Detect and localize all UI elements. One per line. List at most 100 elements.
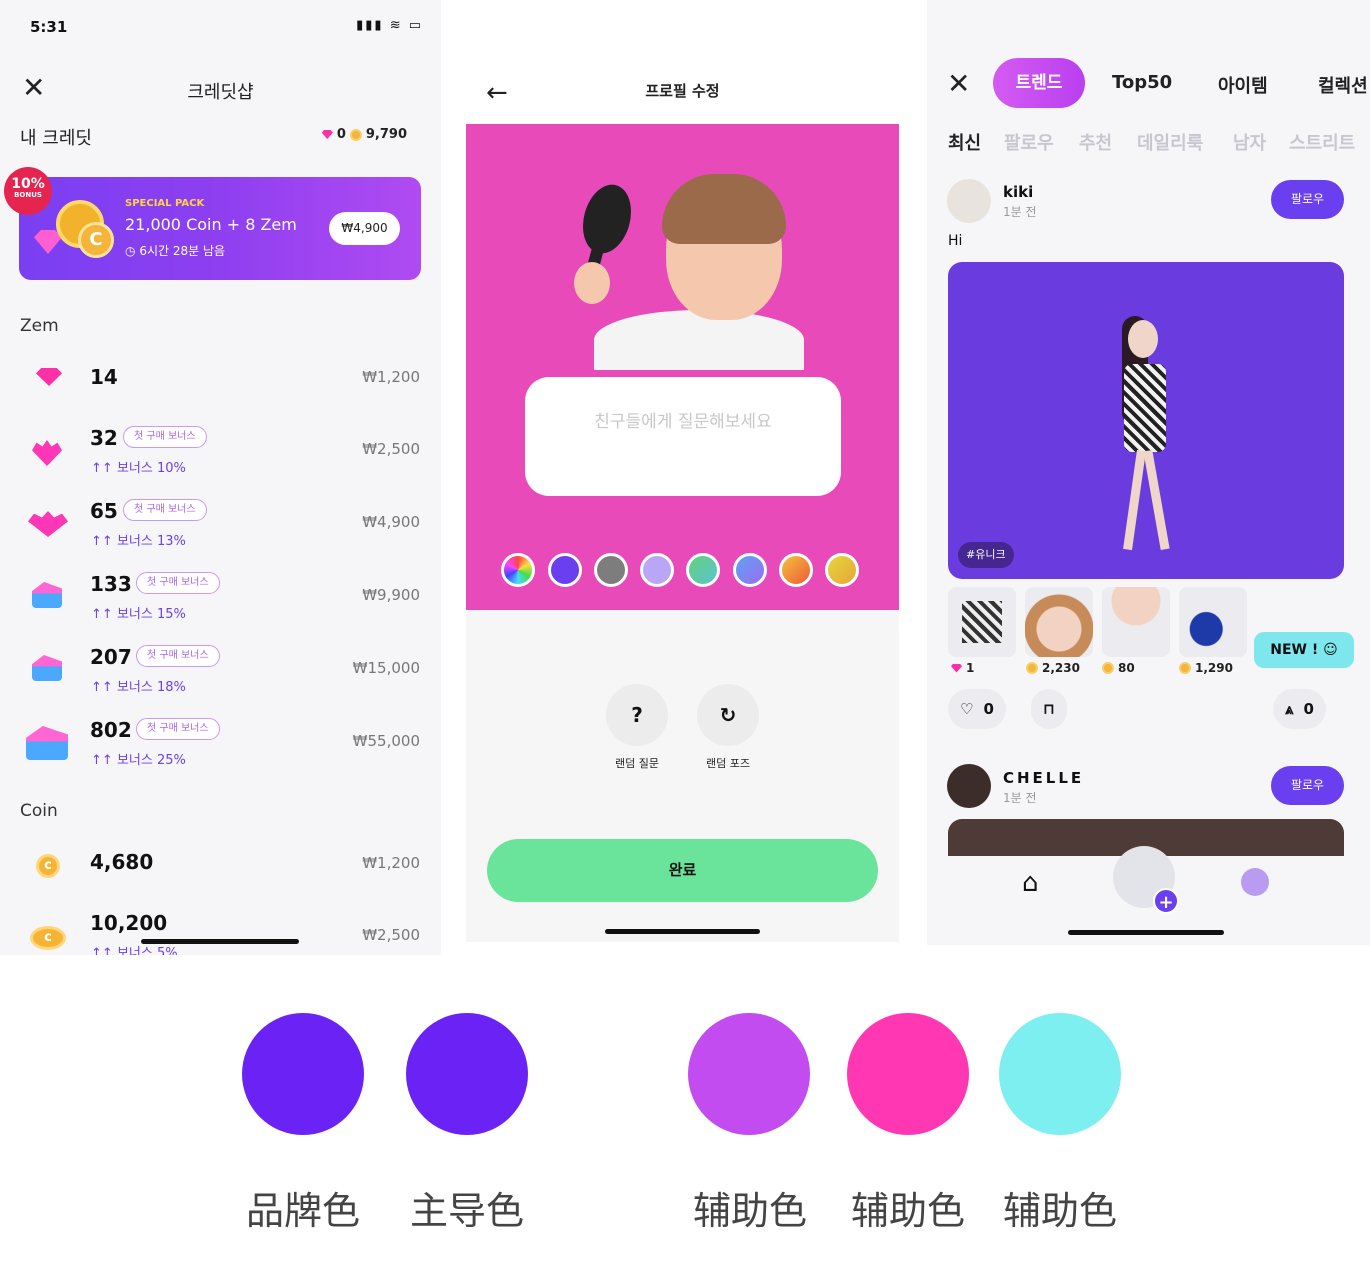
subtab-dailylook[interactable]: 데일리룩 <box>1137 129 1203 155</box>
color-swatch[interactable] <box>733 553 767 587</box>
home-indicator <box>1068 930 1224 935</box>
color-swatch-rainbow[interactable] <box>501 553 535 587</box>
first-purchase-bonus-badge: 첫 구매 보너스 <box>123 499 207 521</box>
tab-items[interactable]: 아이템 <box>1218 72 1268 98</box>
zem-product-row[interactable]: 14 ₩1,200 <box>0 348 441 408</box>
heart-icon: ♡ <box>960 700 974 718</box>
post-username[interactable]: CHELLE <box>1003 769 1084 787</box>
post-time: 1분 전 <box>1003 205 1037 219</box>
coin-icon: c <box>36 854 60 878</box>
zem-product-row[interactable]: 802 첫 구매 보너스 ↑↑ 보너스 25% ₩55,000 <box>0 712 441 772</box>
random-pose-label: 랜덤 포즈 <box>706 757 750 770</box>
palette-swatch-secondary <box>999 1013 1121 1135</box>
special-pack-title: 21,000 Coin + 8 Zem <box>125 215 297 234</box>
avatar[interactable] <box>947 179 991 223</box>
avatar-body <box>594 310 804 370</box>
color-swatch[interactable] <box>779 553 813 587</box>
post-tag[interactable]: #유니크 <box>958 542 1014 568</box>
credit-balance: 0 9,790 <box>321 127 407 142</box>
bonus-rate: ↑↑ 보너스 10% <box>91 461 186 476</box>
coin-product-row[interactable]: c 10,200 ↑↑ 보너스 5% ₩2,500 <box>0 906 441 955</box>
bonus-rate: ↑↑ 보너스 18% <box>91 680 186 695</box>
item-price: 1,290 <box>1179 661 1233 675</box>
bookmark-icon: ⊓ <box>1043 700 1055 718</box>
random-question-button[interactable]: ? <box>606 684 668 746</box>
first-purchase-bonus-badge: 첫 구매 보너스 <box>136 572 220 594</box>
zem-product-row[interactable]: 207 첫 구매 보너스 ↑↑ 보너스 18% ₩15,000 <box>0 639 441 699</box>
special-pack-label: SPECIAL PACK <box>125 198 205 209</box>
avatar-hair <box>662 174 786 244</box>
zem-product-row[interactable]: 65 첫 구매 보너스 ↑↑ 보너스 13% ₩4,900 <box>0 493 441 553</box>
color-swatch[interactable] <box>548 553 582 587</box>
hanger-icon: ⩓ <box>1285 700 1294 718</box>
special-pack-buy-button[interactable]: ₩4,900 <box>329 212 400 245</box>
avatar-hand <box>574 262 610 304</box>
zem-gem-icon <box>36 368 62 386</box>
item-thumbnail-dress[interactable] <box>948 587 1016 657</box>
post-username[interactable]: kiki <box>1003 183 1033 201</box>
coin-balance: 9,790 <box>365 127 407 142</box>
subtab-recommend[interactable]: 추천 <box>1079 129 1112 155</box>
random-pose-button[interactable]: ↻ <box>697 684 759 746</box>
post-text: Hi <box>948 233 963 249</box>
palette-label: 辅助色 <box>850 1189 965 1233</box>
item-thumbnail-necklace[interactable] <box>1102 587 1170 657</box>
credit-shop-screen: 5:31 ▮▮▮ ≋ ▭ ✕ 크레딧샵 내 크레딧 0 9,790 10% BO… <box>0 0 441 955</box>
zem-balance: 0 <box>336 127 346 142</box>
close-icon[interactable]: ✕ <box>947 70 970 98</box>
subtab-latest[interactable]: 최신 <box>948 129 981 155</box>
status-time: 5:31 <box>30 18 68 36</box>
coin-icon <box>349 128 362 141</box>
first-purchase-bonus-badge: 첫 구매 보너스 <box>123 426 207 448</box>
zem-gems-icon <box>32 440 62 466</box>
color-swatch[interactable] <box>640 553 674 587</box>
coin-product-row[interactable]: c 4,680 ₩1,200 <box>0 834 441 894</box>
item-thumbnail-shoes[interactable] <box>1179 587 1247 657</box>
plus-icon[interactable]: + <box>1153 888 1179 914</box>
first-purchase-bonus-badge: 첫 구매 보너스 <box>136 645 220 667</box>
zem-product-row[interactable]: 133 첫 구매 보너스 ↑↑ 보너스 15% ₩9,900 <box>0 566 441 626</box>
subtab-men[interactable]: 남자 <box>1233 129 1266 155</box>
home-indicator <box>605 929 760 934</box>
clock-icon: ◷ <box>125 244 136 258</box>
zem-box-icon <box>32 582 62 608</box>
item-price: 80 <box>1102 661 1135 675</box>
color-swatch[interactable] <box>594 553 628 587</box>
like-button[interactable]: ♡ 0 <box>948 689 1006 729</box>
status-icons: ▮▮▮ ≋ ▭ <box>356 18 423 33</box>
zem-section-title: Zem <box>20 316 59 336</box>
tab-trend[interactable]: 트렌드 <box>993 58 1085 108</box>
emoji-icon: ☺ <box>1323 642 1338 658</box>
color-swatch[interactable] <box>686 553 720 587</box>
palette-label: 辅助色 <box>1002 1189 1117 1233</box>
bookmark-button[interactable]: ⊓ <box>1031 689 1067 729</box>
header-bar <box>466 0 899 124</box>
subtab-follow[interactable]: 팔로우 <box>1004 129 1054 155</box>
question-placeholder: 친구들에게 질문해보세요 <box>594 412 772 432</box>
question-input[interactable] <box>525 377 841 496</box>
coins-icon: c <box>30 926 66 950</box>
item-thumbnail-hair[interactable] <box>1025 587 1093 657</box>
profile-icon[interactable] <box>1241 868 1269 896</box>
subtab-street[interactable]: 스트리트 <box>1289 129 1355 155</box>
palette-label: 品牌色 <box>245 1189 360 1233</box>
zem-product-row[interactable]: 32 첫 구매 보너스 ↑↑ 보너스 10% ₩2,500 <box>0 420 441 480</box>
follow-button[interactable]: 팔로우 <box>1271 180 1344 219</box>
first-purchase-bonus-badge: 첫 구매 보너스 <box>136 718 220 740</box>
new-tooltip: NEW ! ☺ <box>1254 632 1354 668</box>
zem-icon <box>321 130 333 139</box>
page-title: 프로필 수정 <box>645 82 720 100</box>
done-button[interactable]: 완료 <box>487 839 878 902</box>
tab-collection[interactable]: 컬렉션 <box>1318 72 1368 98</box>
home-icon[interactable]: ⌂ <box>1022 868 1039 898</box>
wear-button[interactable]: ⩓ 0 <box>1273 689 1326 729</box>
post-image[interactable] <box>948 262 1344 579</box>
coin-pack-illustration: C <box>34 200 114 260</box>
avatar[interactable] <box>947 764 991 808</box>
special-pack-timer: ◷ 6시간 28분 남음 <box>125 244 226 258</box>
follow-button[interactable]: 팔로우 <box>1271 766 1344 805</box>
tab-top50[interactable]: Top50 <box>1112 72 1172 93</box>
wear-count: 0 <box>1303 700 1314 718</box>
my-credit-label: 내 크레딧 <box>20 128 92 149</box>
color-swatch[interactable] <box>825 553 859 587</box>
